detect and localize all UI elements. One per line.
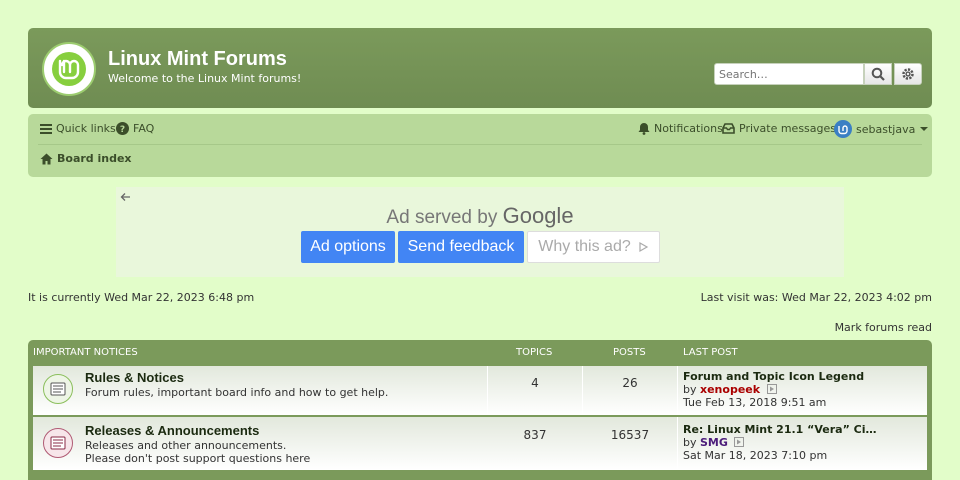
private-messages-link[interactable]: Private messages bbox=[722, 122, 836, 135]
faq-link[interactable]: ? FAQ bbox=[116, 122, 154, 135]
board-index-link[interactable]: Board index bbox=[57, 152, 132, 165]
by-label: by bbox=[683, 436, 697, 449]
ad-served-text: Ad served by Google bbox=[116, 203, 844, 229]
search-input[interactable] bbox=[714, 63, 864, 85]
search-button[interactable] bbox=[864, 63, 892, 85]
linux-mint-logo-icon[interactable] bbox=[42, 42, 96, 96]
topics-count: 837 bbox=[523, 428, 547, 442]
current-time: It is currently Wed Mar 22, 2023 6:48 pm bbox=[28, 291, 255, 304]
last-post-date: Tue Feb 13, 2018 9:51 am bbox=[683, 396, 827, 409]
site-title[interactable]: Linux Mint Forums bbox=[108, 48, 287, 71]
forum-read-icon bbox=[43, 374, 73, 404]
last-post-title[interactable]: Re: Linux Mint 21.1 “Vera” Ci… bbox=[683, 423, 876, 436]
posts-count: 26 bbox=[622, 376, 638, 390]
forum-section: IMPORTANT NOTICES TOPICS POSTS LAST POST… bbox=[28, 340, 932, 480]
column-divider bbox=[487, 366, 488, 415]
forum-title[interactable]: Releases & Announcements bbox=[85, 423, 259, 438]
bell-icon bbox=[638, 123, 650, 135]
notifications-link[interactable]: Notifications bbox=[638, 122, 723, 135]
last-post-by: by SMG bbox=[683, 436, 745, 449]
notifications-label: Notifications bbox=[654, 122, 723, 135]
question-icon: ? bbox=[116, 122, 129, 135]
play-outline-icon bbox=[639, 241, 648, 253]
avatar bbox=[834, 120, 852, 138]
back-arrow-icon[interactable] bbox=[120, 191, 132, 203]
column-divider bbox=[677, 417, 678, 470]
ad-options-button[interactable]: Ad options bbox=[301, 231, 395, 263]
topics-header: TOPICS bbox=[516, 347, 553, 358]
last-visit: Last visit was: Wed Mar 22, 2023 4:02 pm bbox=[700, 291, 932, 304]
inbox-icon bbox=[722, 123, 735, 134]
last-post-title[interactable]: Forum and Topic Icon Legend bbox=[683, 370, 864, 383]
hamburger-icon bbox=[40, 123, 52, 134]
advanced-search-button[interactable] bbox=[894, 63, 922, 85]
username-label: sebastjava bbox=[856, 122, 916, 136]
posts-count: 16537 bbox=[610, 428, 650, 442]
why-this-ad-button[interactable]: Why this ad? bbox=[527, 231, 660, 263]
section-title[interactable]: IMPORTANT NOTICES bbox=[33, 347, 138, 358]
breadcrumb[interactable]: Board index bbox=[40, 152, 132, 165]
quick-links-label: Quick links bbox=[56, 122, 116, 135]
ad-banner: Ad served by Google Ad options Send feed… bbox=[116, 187, 844, 277]
last-post-by: by xenopeek bbox=[683, 383, 778, 396]
column-divider bbox=[677, 366, 678, 415]
forum-description: Releases and other announcements. bbox=[85, 439, 287, 452]
posts-header: POSTS bbox=[613, 347, 646, 358]
table-row[interactable]: Rules & Notices Forum rules, important b… bbox=[33, 366, 927, 416]
ad-served-label: Ad served by bbox=[386, 207, 498, 228]
topics-count: 4 bbox=[531, 376, 539, 390]
user-menu[interactable]: sebastjava bbox=[834, 120, 929, 138]
forum-unread-icon bbox=[43, 428, 73, 458]
svg-text:?: ? bbox=[120, 125, 125, 135]
table-row[interactable]: Releases & Announcements Releases and ot… bbox=[33, 417, 927, 471]
last-post-user[interactable]: xenopeek bbox=[700, 383, 760, 396]
faq-label: FAQ bbox=[133, 122, 155, 135]
quick-links-menu[interactable]: Quick links bbox=[40, 122, 116, 135]
view-latest-post-icon[interactable] bbox=[766, 383, 778, 394]
send-feedback-button[interactable]: Send feedback bbox=[398, 231, 524, 263]
google-label: Google bbox=[502, 203, 574, 228]
private-messages-label: Private messages bbox=[739, 122, 837, 135]
mark-forums-read-link[interactable]: Mark forums read bbox=[835, 321, 932, 334]
site-description: Welcome to the Linux Mint forums! bbox=[108, 72, 302, 85]
view-latest-post-icon[interactable] bbox=[734, 436, 745, 447]
last-post-header: LAST POST bbox=[683, 347, 738, 358]
navbar: Quick links ? FAQ Notifications Private … bbox=[28, 114, 932, 177]
by-label: by bbox=[683, 383, 697, 396]
caret-down-icon bbox=[920, 127, 929, 131]
gear-icon bbox=[902, 68, 914, 80]
last-post-date: Sat Mar 18, 2023 7:10 pm bbox=[683, 449, 828, 462]
home-icon bbox=[40, 153, 53, 164]
site-header: Linux Mint Forums Welcome to the Linux M… bbox=[28, 28, 932, 108]
forum-title[interactable]: Rules & Notices bbox=[85, 370, 184, 385]
forum-description-note: Please don't post support questions here bbox=[85, 452, 311, 465]
search-icon bbox=[871, 67, 885, 81]
nav-divider bbox=[38, 144, 922, 145]
column-divider bbox=[582, 366, 583, 415]
last-post-user[interactable]: SMG bbox=[700, 436, 728, 449]
why-this-ad-label: Why this ad? bbox=[538, 238, 631, 255]
forum-description: Forum rules, important board info and ho… bbox=[85, 386, 389, 399]
